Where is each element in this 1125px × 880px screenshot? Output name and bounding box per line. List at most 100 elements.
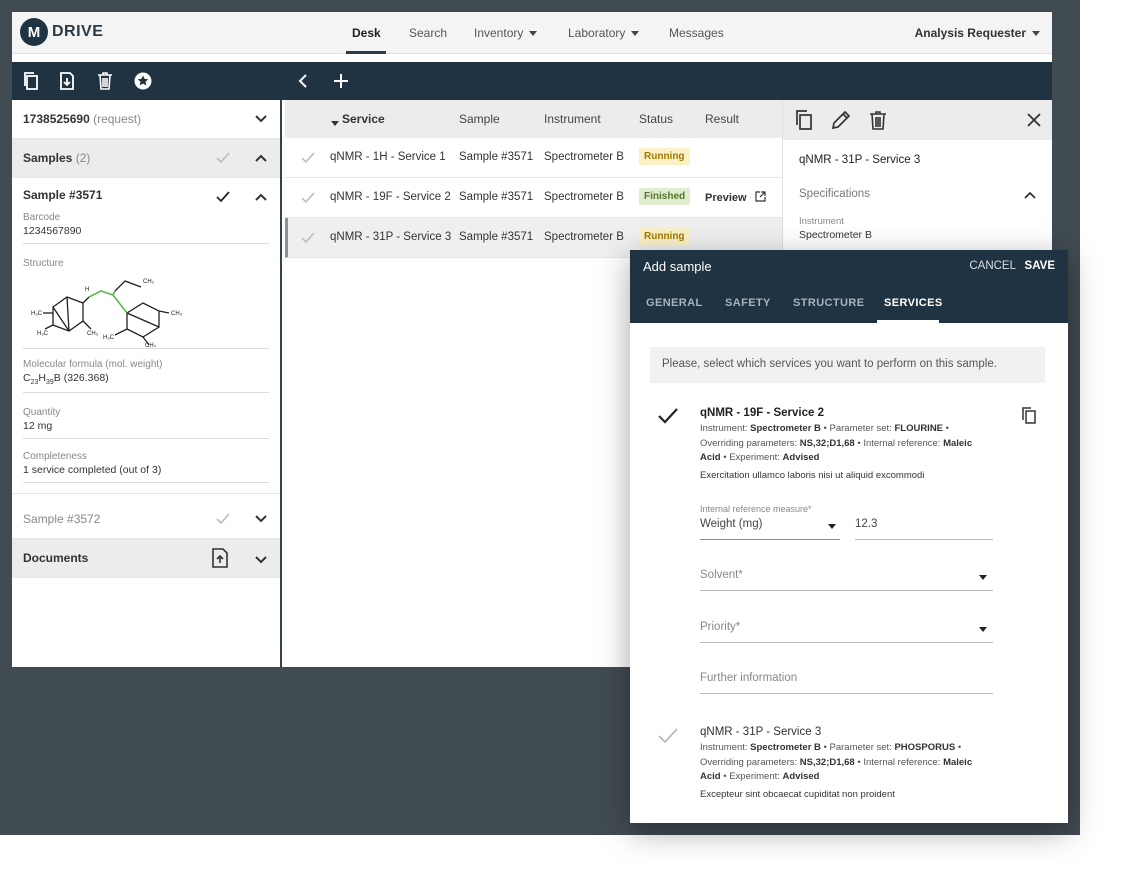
- chevron-down-icon[interactable]: [254, 512, 268, 526]
- further-information-input[interactable]: Further information: [700, 672, 993, 694]
- caret-down-icon: [1032, 30, 1040, 36]
- service-2-title: qNMR - 19F - Service 2: [700, 407, 824, 419]
- documents-header[interactable]: Documents: [12, 539, 280, 579]
- upload-document-icon[interactable]: [210, 547, 230, 569]
- unselected-check-icon[interactable]: [658, 728, 678, 744]
- further-information-placeholder: Further information: [700, 672, 798, 684]
- service-2-meta-1b: Spectrometer B: [750, 423, 821, 434]
- tab-services[interactable]: SERVICES: [884, 297, 943, 309]
- col-sample[interactable]: Sample: [459, 112, 500, 126]
- caret-down-icon: [631, 30, 640, 36]
- star-badge-icon[interactable]: [132, 70, 154, 92]
- formula-rest: B (326.368): [53, 372, 109, 384]
- back-chevron-icon[interactable]: [293, 70, 315, 92]
- service-3-option[interactable]: qNMR - 31P - Service 3 Instrument: Spect…: [700, 726, 1000, 800]
- logo[interactable]: M DRIVE: [20, 18, 103, 46]
- service-3-meta-3c: Advised: [782, 771, 820, 782]
- copy-icon[interactable]: [1021, 407, 1037, 425]
- chevron-down-icon[interactable]: [254, 553, 268, 567]
- save-button[interactable]: SAVE: [1025, 260, 1055, 272]
- nav-search-label: Search: [409, 26, 448, 40]
- service-3-meta-1a: Instrument:: [700, 742, 751, 753]
- plus-icon[interactable]: [330, 70, 352, 92]
- structure-field: Structure CH₂ H₃C H₃C CH₃ CH₃ H₃C CH₃ H: [12, 258, 280, 349]
- sample-3572-row[interactable]: Sample #3572: [12, 500, 280, 540]
- service-3-meta-2a: Overriding parameters:: [700, 756, 800, 768]
- copy-icon[interactable]: [793, 109, 815, 131]
- user-menu[interactable]: Analysis Requester: [915, 26, 1040, 40]
- pencil-icon[interactable]: [830, 109, 852, 131]
- nav-desk-label: Desk: [352, 26, 381, 40]
- close-icon[interactable]: [1023, 109, 1045, 131]
- svg-text:H₃C: H₃C: [103, 335, 115, 341]
- chevron-up-icon[interactable]: [1024, 190, 1036, 202]
- nav-search[interactable]: Search: [409, 26, 447, 40]
- service-3-meta: Instrument: Spectrometer B • Parameter s…: [700, 741, 1000, 785]
- copy-icon[interactable]: [20, 70, 42, 92]
- sort-desc-icon[interactable]: [331, 115, 339, 129]
- check-icon: [216, 191, 230, 203]
- dialog-title: Add sample: [643, 259, 712, 274]
- service-2-option[interactable]: qNMR - 19F - Service 2 Instrument: Spect…: [700, 407, 1000, 481]
- chevron-up-icon[interactable]: [254, 151, 268, 165]
- request-row[interactable]: 1738525690 (request): [12, 100, 280, 139]
- service-2-description: Exercitation ullamco laboris nisi ut ali…: [700, 469, 925, 481]
- service-2-meta-1c: • Parameter set:: [820, 423, 895, 434]
- tab-safety[interactable]: SAFETY: [725, 297, 771, 309]
- quantity-value: 12 mg: [23, 420, 269, 440]
- service-3-meta-1c: • Parameter set:: [820, 742, 895, 753]
- col-service[interactable]: Service: [342, 112, 385, 126]
- tab-structure[interactable]: STRUCTURE: [793, 297, 864, 309]
- selected-check-icon[interactable]: [658, 408, 678, 424]
- specifications-header[interactable]: Specifications: [783, 166, 1052, 200]
- row-service: qNMR - 19F - Service 2: [330, 191, 451, 203]
- irm-unit-select[interactable]: Weight (mg): [700, 518, 840, 540]
- preview-link[interactable]: Preview: [705, 191, 766, 204]
- irm-value: 12.3: [855, 518, 878, 530]
- col-instrument[interactable]: Instrument: [544, 112, 601, 126]
- chevron-up-icon[interactable]: [254, 190, 268, 204]
- download-icon[interactable]: [56, 70, 78, 92]
- nav-messages[interactable]: Messages: [669, 26, 724, 40]
- formula-value: C23H39B (326.368): [23, 372, 269, 394]
- service-2-meta-2d: Maleic: [943, 437, 973, 449]
- sample-3571-header[interactable]: Sample #3571: [12, 178, 280, 212]
- service-2-meta: Instrument: Spectrometer B • Parameter s…: [700, 422, 1000, 466]
- tab-general[interactable]: GENERAL: [646, 297, 703, 309]
- solvent-placeholder: Solvent*: [700, 569, 743, 581]
- check-icon: [216, 513, 230, 525]
- row-service: qNMR - 1H - Service 1: [330, 151, 446, 163]
- service-2-meta-3b: • Experiment:: [720, 452, 783, 463]
- trash-icon[interactable]: [867, 109, 889, 131]
- check-icon[interactable]: [301, 192, 315, 204]
- check-icon[interactable]: [301, 152, 315, 164]
- cancel-button[interactable]: CANCEL: [969, 260, 1016, 272]
- svg-text:CH₃: CH₃: [87, 331, 99, 337]
- request-id: 1738525690: [23, 112, 90, 126]
- service-3-description: Excepteur sint obcaecat cupiditat non pr…: [700, 788, 895, 800]
- toolbar: [12, 62, 1052, 100]
- nav-desk[interactable]: Desk: [352, 26, 381, 40]
- priority-select[interactable]: Priority*: [700, 621, 993, 643]
- solvent-select[interactable]: Solvent*: [700, 569, 993, 591]
- table-row[interactable]: qNMR - 1H - Service 1 Sample #3571 Spect…: [285, 138, 782, 178]
- svg-text:H: H: [85, 287, 89, 293]
- sample-card-3571: Sample #3571 Barcode 1234567890 Structur…: [12, 178, 280, 495]
- nav-inventory[interactable]: Inventory: [474, 26, 538, 40]
- logo-mark: M: [20, 18, 48, 46]
- quantity-label: Quantity: [23, 407, 61, 419]
- nav-laboratory[interactable]: Laboratory: [568, 26, 640, 40]
- col-status[interactable]: Status: [639, 112, 673, 126]
- check-icon[interactable]: [301, 232, 315, 244]
- row-instrument: Spectrometer B: [544, 191, 624, 203]
- logo-text: DRIVE: [52, 23, 104, 40]
- row-sample: Sample #3571: [459, 151, 534, 163]
- svg-text:H₃C: H₃C: [37, 331, 49, 337]
- samples-header[interactable]: Samples (2): [12, 139, 280, 178]
- irm-value-input[interactable]: 12.3: [855, 518, 993, 540]
- chevron-down-icon[interactable]: [254, 112, 268, 126]
- table-row[interactable]: qNMR - 19F - Service 2 Sample #3571 Spec…: [285, 178, 782, 218]
- col-result[interactable]: Result: [705, 112, 739, 126]
- service-2-meta-3c: Advised: [782, 452, 820, 463]
- trash-icon[interactable]: [94, 70, 116, 92]
